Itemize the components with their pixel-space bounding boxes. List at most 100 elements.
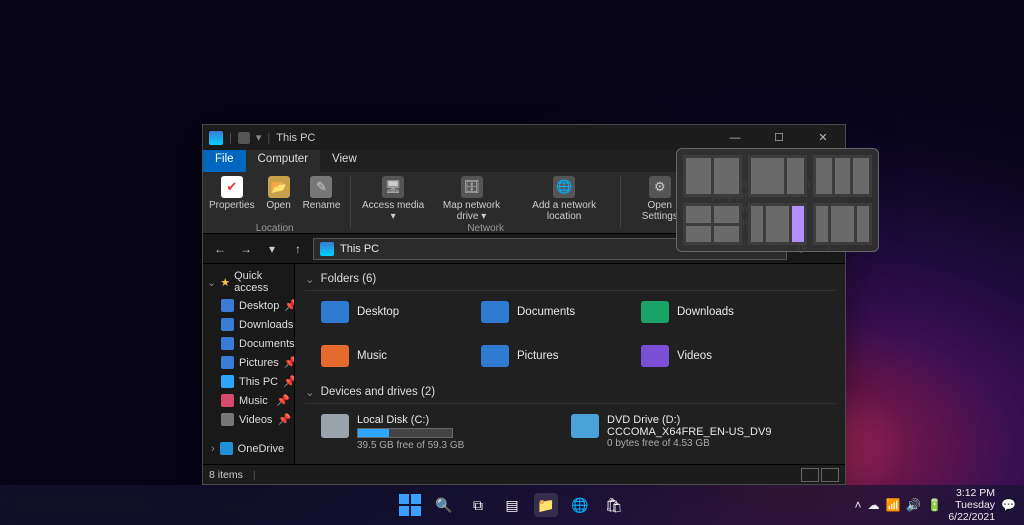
sidebar-item-this-pc[interactable]: This PC📌: [203, 372, 294, 391]
folder-documents[interactable]: Documents: [481, 301, 621, 323]
taskbar-center: 🔍 ⧉ ▤ 📁 🌐 🛍: [398, 493, 626, 517]
navigation-pane[interactable]: ⌄ ★ Quick access Desktop 📌 Downloads📌Docum…: [203, 264, 295, 464]
folder-label: Pictures: [517, 350, 559, 362]
snap-option-selected[interactable]: [792, 206, 804, 242]
drive-1[interactable]: DVD Drive (D:)CCCOMA_X64FRE_EN-US_DV90 b…: [571, 414, 801, 451]
forward-button[interactable]: →: [235, 238, 257, 260]
volume-tray-icon[interactable]: 🔊: [906, 498, 921, 512]
chevron-right-icon: ›: [211, 443, 215, 455]
file-explorer-taskbar-icon[interactable]: 📁: [534, 493, 558, 517]
snap-layout-three-columns[interactable]: [813, 155, 872, 197]
folder-icon: [221, 318, 234, 331]
computer-tab[interactable]: Computer: [246, 150, 321, 172]
drive-sub: 39.5 GB free of 59.3 GB: [357, 440, 464, 451]
file-tab[interactable]: File: [203, 150, 246, 172]
edge-taskbar-icon[interactable]: 🌐: [568, 493, 592, 517]
battery-tray-icon[interactable]: 🔋: [927, 498, 942, 512]
store-taskbar-icon[interactable]: 🛍: [602, 493, 626, 517]
folder-label: Desktop: [357, 306, 399, 318]
quick-access-pin-icon[interactable]: [238, 132, 250, 144]
system-menu-icon[interactable]: [209, 131, 223, 145]
clock-day: Tuesday: [948, 499, 995, 511]
folder-pictures[interactable]: Pictures: [481, 345, 621, 367]
tray-overflow-icon[interactable]: ˄: [854, 498, 861, 512]
map-drive-button[interactable]: 🗄 Map network drive ▾: [431, 176, 512, 222]
snap-layout-center-wide[interactable]: [748, 203, 807, 245]
sidebar-item-label: Music: [239, 395, 268, 407]
clock-time: 3:12 PM: [948, 487, 995, 499]
snap-layouts-flyout[interactable]: [676, 148, 879, 252]
sidebar-item-music[interactable]: Music📌: [203, 391, 294, 410]
sidebar-item-label: Desktop: [239, 300, 279, 312]
drives-section-header[interactable]: ⌄ Devices and drives (2): [305, 381, 835, 404]
recent-locations-button[interactable]: ▾: [261, 238, 283, 260]
add-location-icon: 🌐: [553, 176, 575, 198]
this-pc-icon: [320, 242, 334, 256]
folder-downloads[interactable]: Downloads: [641, 301, 781, 323]
status-bar: 8 items |: [203, 464, 845, 484]
snap-layout-quad[interactable]: [683, 203, 742, 245]
usage-bar: [357, 428, 453, 438]
folder-icon: [481, 345, 509, 367]
folder-desktop[interactable]: Desktop: [321, 301, 461, 323]
sidebar-item-desktop[interactable]: Desktop 📌: [203, 296, 294, 315]
ribbon-divider-2: [620, 176, 621, 228]
drive-0[interactable]: Local Disk (C:)39.5 GB free of 59.3 GB: [321, 414, 551, 451]
start-button[interactable]: [398, 493, 422, 517]
snap-layout-two-thirds[interactable]: [748, 155, 807, 197]
folder-icon: [221, 413, 234, 426]
folder-icon: [321, 301, 349, 323]
chevron-down-icon: ⌄: [207, 276, 216, 289]
minimize-button[interactable]: ―: [713, 125, 757, 150]
down-arrow-icon[interactable]: ▾: [256, 131, 262, 144]
titlebar-separator: |: [229, 132, 232, 144]
network-tray-icon[interactable]: 📶: [885, 498, 900, 512]
maximize-button[interactable]: ☐: [757, 125, 801, 150]
drive-label: DVD Drive (D:): [607, 414, 771, 426]
close-button[interactable]: ✕: [801, 125, 845, 150]
snap-layout-center-wide-2[interactable]: [813, 203, 872, 245]
folders-section-header[interactable]: ⌄ Folders (6): [305, 268, 835, 291]
sidebar-item-downloads[interactable]: Downloads📌: [203, 315, 294, 334]
address-segment[interactable]: This PC: [340, 243, 379, 255]
titlebar[interactable]: | ▾ | This PC ― ☐ ✕: [203, 125, 845, 150]
rename-button[interactable]: ✎ Rename: [303, 176, 341, 211]
details-view-icon[interactable]: [801, 468, 819, 482]
rename-icon: ✎: [310, 176, 332, 198]
search-button[interactable]: 🔍: [432, 493, 456, 517]
quick-access-label: Quick access: [234, 270, 288, 294]
drive-icon: [571, 414, 599, 438]
onedrive-tray-icon[interactable]: ☁: [867, 498, 879, 512]
back-button[interactable]: ←: [209, 238, 231, 260]
ribbon-group-network: 🖥 Access media ▾ 🗄 Map network drive ▾ 🌐…: [361, 176, 610, 234]
widgets-button[interactable]: ▤: [500, 493, 524, 517]
notifications-tray-icon[interactable]: 💬: [1001, 498, 1016, 512]
sidebar-item-onedrive[interactable]: › OneDrive: [203, 439, 294, 458]
clock[interactable]: 3:12 PM Tuesday 6/22/2021: [948, 487, 995, 523]
pin-icon: 📌: [284, 299, 294, 312]
taskbar[interactable]: 🔍 ⧉ ▤ 📁 🌐 🛍 ˄ ☁ 📶 🔊 🔋 3:12 PM Tuesday 6/…: [0, 485, 1024, 525]
view-tab[interactable]: View: [320, 150, 369, 172]
system-tray[interactable]: ˄ ☁ 📶 🔊 🔋 3:12 PM Tuesday 6/22/2021 💬: [854, 485, 1016, 525]
open-button[interactable]: 📂 Open: [261, 176, 297, 211]
sidebar-item-videos[interactable]: Videos📌: [203, 410, 294, 429]
folder-icon: [221, 375, 234, 388]
access-media-button[interactable]: 🖥 Access media ▾: [361, 176, 425, 222]
add-network-location-button[interactable]: 🌐 Add a network location: [518, 176, 610, 222]
snap-layout-left-right[interactable]: [683, 155, 742, 197]
folders-head-label: Folders (6): [321, 273, 377, 285]
up-button[interactable]: ↑: [287, 238, 309, 260]
content-pane[interactable]: ⌄ Folders (6) Desktop Documents Downloads M…: [295, 264, 845, 464]
folder-icon: [641, 345, 669, 367]
quick-access-header[interactable]: ⌄ ★ Quick access: [203, 264, 294, 296]
sidebar-item-documents[interactable]: Documents📌: [203, 334, 294, 353]
folder-music[interactable]: Music: [321, 345, 461, 367]
task-view-button[interactable]: ⧉: [466, 493, 490, 517]
open-icon: 📂: [268, 176, 290, 198]
sidebar-item-pictures[interactable]: Pictures📌: [203, 353, 294, 372]
large-icons-view-icon[interactable]: [821, 468, 839, 482]
folder-videos[interactable]: Videos: [641, 345, 781, 367]
window-title: This PC: [276, 132, 315, 144]
rename-label: Rename: [303, 200, 341, 211]
properties-button[interactable]: ✔ Properties: [209, 176, 255, 211]
